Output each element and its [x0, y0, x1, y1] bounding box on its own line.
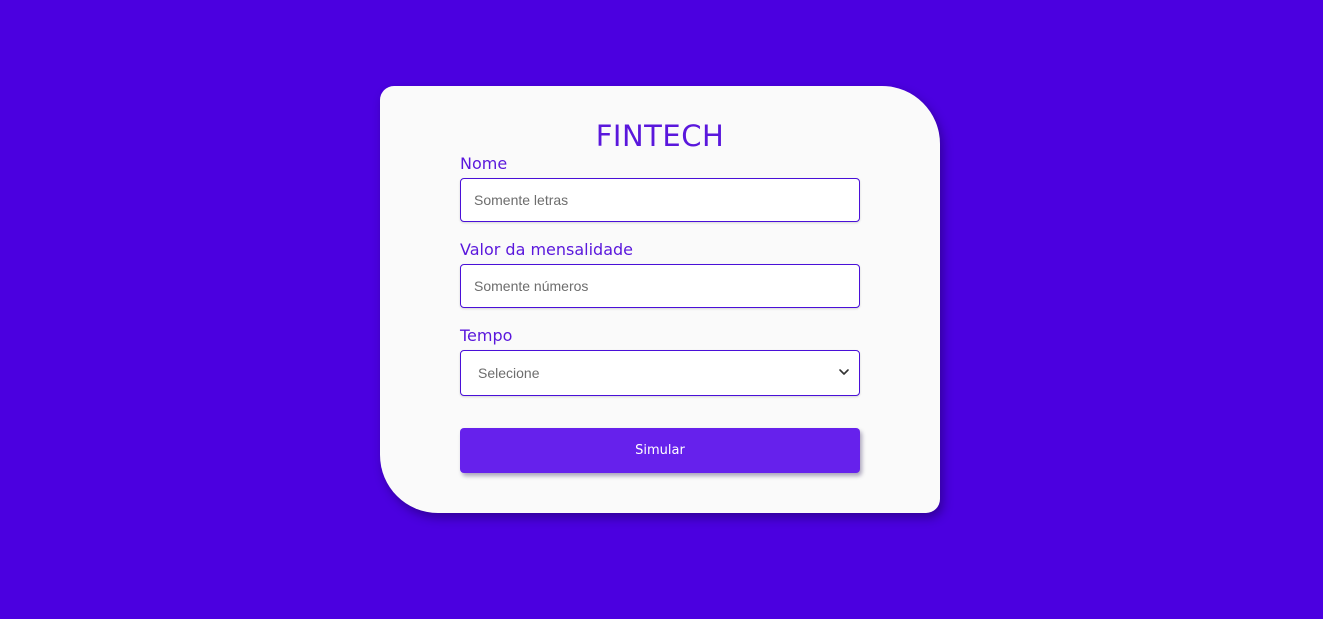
time-label: Tempo — [460, 326, 513, 345]
simulation-form: Nome Valor da mensalidade Tempo Selecion… — [460, 154, 860, 473]
name-group: Nome — [460, 154, 860, 222]
monthly-group: Valor da mensalidade — [460, 240, 860, 308]
chevron-down-icon — [839, 369, 849, 375]
monthly-value-input[interactable] — [460, 264, 860, 308]
time-select[interactable]: Selecione — [460, 350, 860, 396]
name-label: Nome — [460, 154, 508, 173]
monthly-value-label: Valor da mensalidade — [460, 240, 634, 259]
name-input[interactable] — [460, 178, 860, 222]
time-group: Tempo Selecione — [460, 326, 860, 396]
form-card: FINTECH Nome Valor da mensalidade Tempo … — [380, 86, 940, 513]
simulate-button[interactable]: Simular — [460, 428, 860, 473]
page-title: FINTECH — [595, 119, 725, 153]
time-select-value[interactable]: Selecione — [460, 350, 860, 396]
